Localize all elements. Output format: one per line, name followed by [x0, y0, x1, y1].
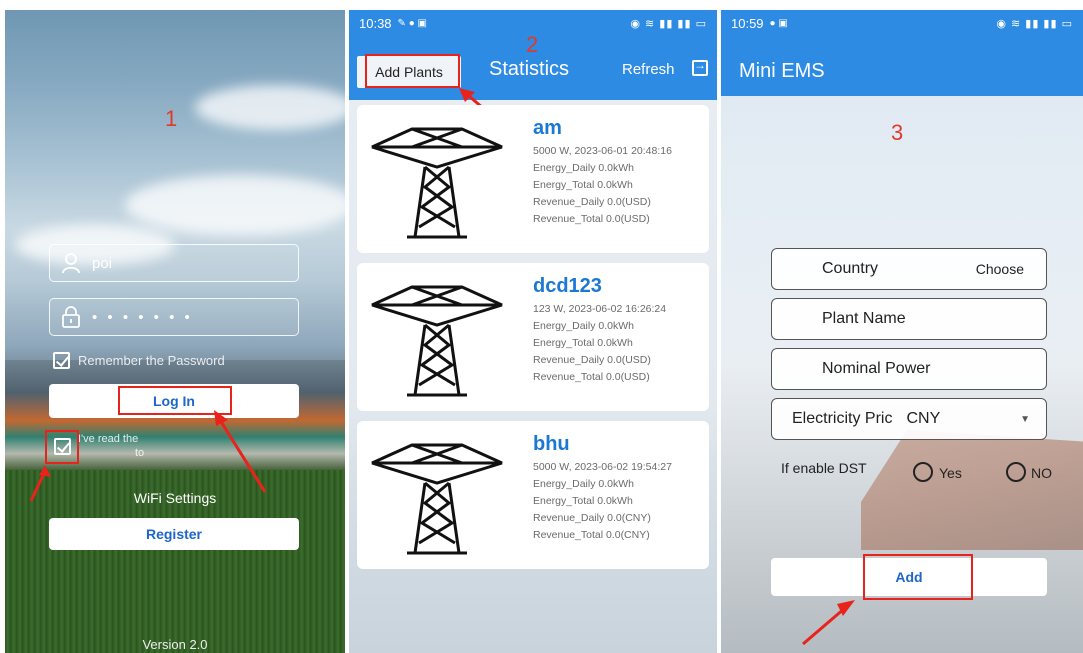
lock-icon [58, 304, 84, 330]
plant-name-placeholder: Plant Name [822, 310, 906, 327]
currency-value[interactable]: CNY [906, 410, 940, 428]
plant-revenue-total: Revenue_Total 0.0(CNY) [533, 529, 650, 541]
electricity-price-label: Electricity Pric [792, 410, 893, 427]
plant-name: bhu [533, 433, 570, 455]
exit-icon[interactable] [692, 58, 708, 76]
power-tower-icon [371, 285, 503, 397]
version-label: Version 2.0 [142, 637, 208, 652]
password-field[interactable]: • • • • • • • [49, 298, 299, 336]
plant-revenue-total: Revenue_Total 0.0(USD) [533, 371, 650, 383]
status-time: 10:38 [359, 15, 392, 31]
plant-card[interactable]: dcd123 123 W, 2023-06-02 16:26:24 Energy… [357, 263, 709, 411]
password-mask: • • • • • • • [92, 308, 193, 326]
status-bar: 10:59 ● ▣ ◉ ≋ ▮▮ ▮▮ ▭ [721, 10, 1083, 36]
dst-no-radio[interactable] [1006, 462, 1026, 482]
plant-power-date: 123 W, 2023-06-02 16:26:24 [533, 303, 667, 315]
highlight-add-plants [365, 54, 460, 88]
terms-text: I've read the [78, 433, 139, 445]
wifi-settings-link[interactable]: WiFi Settings [5, 490, 345, 506]
nominal-power-placeholder: Nominal Power [822, 360, 931, 377]
plant-name: dcd123 [533, 275, 602, 297]
user-icon [58, 250, 84, 276]
remember-label: Remember the Password [78, 353, 225, 368]
plant-energy-total: Energy_Total 0.0kWh [533, 495, 633, 507]
dropdown-arrow-icon[interactable]: ▼ [1020, 414, 1030, 425]
power-tower-icon [371, 127, 503, 239]
step-number: 2 [526, 32, 539, 57]
plant-power-date: 5000 W, 2023-06-02 19:54:27 [533, 461, 672, 473]
highlight-terms-checkbox [45, 430, 79, 464]
notification-icons: ● ▣ [769, 17, 788, 29]
mini-ems-screen: 10:59 ● ▣ ◉ ≋ ▮▮ ▮▮ ▭ Mini EMS 3 Country… [721, 10, 1083, 653]
register-button[interactable]: Register [49, 518, 299, 550]
page-title: Statistics [489, 58, 570, 80]
dst-yes-label: Yes [939, 465, 962, 481]
step-number: 3 [891, 120, 904, 145]
arrow-icon [802, 600, 855, 646]
statistics-screen: 10:38 ✎ ● ▣ ◉ ≋ ▮▮ ▮▮ ▭ 2 Add Plants Sta… [349, 10, 717, 653]
status-time: 10:59 [731, 15, 764, 31]
plant-card[interactable]: bhu 5000 W, 2023-06-02 19:54:27 Energy_D… [357, 421, 709, 569]
step-number: 1 [165, 106, 178, 131]
nominal-power-field[interactable]: Nominal Power [771, 348, 1047, 390]
dst-yes-radio[interactable] [913, 462, 933, 482]
username-value: poi [92, 254, 113, 272]
plant-name: am [533, 117, 562, 139]
dst-no-label: NO [1031, 465, 1052, 481]
power-tower-icon [371, 443, 503, 555]
page-title: Mini EMS [739, 60, 825, 82]
cloud-decoration [195, 85, 345, 130]
electricity-price-field[interactable]: Electricity Pric CNY ▼ [771, 398, 1047, 440]
cloud-decoration [125, 175, 345, 235]
country-value: Choose [975, 261, 1024, 277]
dst-label: If enable DST [781, 460, 867, 476]
terms-to: to [135, 447, 145, 459]
highlight-add-button [863, 554, 973, 600]
login-screen: 1 poi • • • • • • • Remember the Passwor… [5, 10, 345, 653]
register-button-label: Register [145, 526, 203, 542]
plant-revenue-daily: Revenue_Daily 0.0(USD) [533, 196, 651, 208]
arrow-icon [214, 410, 267, 493]
country-select[interactable]: Country Choose [771, 248, 1047, 290]
status-icons: ◉ ≋ ▮▮ ▮▮ ▭ [630, 17, 707, 30]
plant-revenue-daily: Revenue_Daily 0.0(CNY) [533, 512, 651, 524]
country-label: Country [822, 260, 879, 277]
plant-energy-total: Energy_Total 0.0kWh [533, 337, 633, 349]
refresh-button[interactable]: Refresh [622, 61, 675, 78]
status-icons: ◉ ≋ ▮▮ ▮▮ ▭ [996, 17, 1073, 30]
notification-icons: ✎ ● ▣ [397, 17, 427, 29]
plant-energy-total: Energy_Total 0.0kWh [533, 179, 633, 191]
plant-card[interactable]: am 5000 W, 2023-06-01 20:48:16 Energy_Da… [357, 105, 709, 253]
plant-energy-daily: Energy_Daily 0.0kWh [533, 162, 634, 174]
remember-checkbox[interactable] [53, 352, 70, 369]
plant-energy-daily: Energy_Daily 0.0kWh [533, 478, 634, 490]
plant-revenue-total: Revenue_Total 0.0(USD) [533, 213, 650, 225]
username-field[interactable]: poi [49, 244, 299, 282]
plant-power-date: 5000 W, 2023-06-01 20:48:16 [533, 145, 672, 157]
plant-revenue-daily: Revenue_Daily 0.0(USD) [533, 354, 651, 366]
plant-name-field[interactable]: Plant Name [771, 298, 1047, 340]
plant-energy-daily: Energy_Daily 0.0kWh [533, 320, 634, 332]
